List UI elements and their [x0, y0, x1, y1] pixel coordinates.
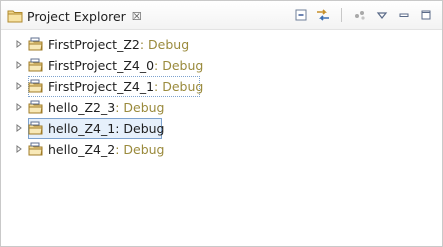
- build-config: : Debug: [115, 141, 165, 157]
- expand-arrow-icon[interactable]: [13, 40, 25, 48]
- tree-item[interactable]: FirstProject_Z2: Debug: [13, 34, 189, 54]
- project-name: hello_Z2_3: [48, 99, 116, 115]
- folder-icon: [7, 10, 23, 23]
- expand-arrow-icon[interactable]: [13, 103, 25, 111]
- view-menu-icon[interactable]: [374, 7, 390, 23]
- cpp-project-folder-icon: [28, 99, 44, 115]
- cpp-project-folder-icon: [28, 36, 44, 52]
- close-icon[interactable]: ☒: [132, 10, 142, 23]
- project-label: FirstProject_Z4_0: Debug: [48, 58, 203, 73]
- view-toolbar: [293, 7, 434, 23]
- project-name: hello_Z4_1: [48, 120, 116, 136]
- project-name: hello_Z4_2: [48, 141, 116, 157]
- build-config: : Debug: [139, 36, 190, 52]
- view-header: Project Explorer ☒: [1, 1, 442, 30]
- expand-arrow-icon[interactable]: [13, 124, 25, 132]
- toolbar-separator: [341, 8, 342, 22]
- tree-item[interactable]: FirstProject_Z4_0: Debug: [13, 55, 203, 75]
- link-with-editor-icon[interactable]: [315, 7, 331, 23]
- cpp-project-folder-icon: [28, 141, 44, 157]
- build-config: : Debug: [154, 78, 204, 94]
- expand-arrow-icon[interactable]: [13, 82, 25, 90]
- tree-item[interactable]: hello_Z4_1: Debug: [13, 118, 164, 138]
- project-label: hello_Z4_1: Debug: [48, 121, 164, 136]
- build-config: : Debug: [115, 99, 165, 115]
- project-label: FirstProject_Z2: Debug: [48, 37, 189, 52]
- project-name: FirstProject_Z4_0: [48, 57, 155, 73]
- project-name: FirstProject_Z4_1: [48, 78, 155, 94]
- project-label: hello_Z4_2: Debug: [48, 142, 164, 157]
- expand-arrow-icon[interactable]: [13, 145, 25, 153]
- cpp-project-folder-icon: [28, 120, 44, 136]
- cpp-project-folder-icon: [28, 57, 44, 73]
- collapse-all-icon[interactable]: [293, 7, 309, 23]
- expand-arrow-icon[interactable]: [13, 61, 25, 69]
- tree-item[interactable]: hello_Z2_3: Debug: [13, 97, 164, 117]
- project-label: hello_Z2_3: Debug: [48, 100, 164, 115]
- project-explorer-view: Project Explorer ☒ FirstProject_Z2: Debu…: [0, 0, 443, 247]
- build-config: : Debug: [115, 120, 165, 136]
- project-name: FirstProject_Z2: [48, 36, 140, 52]
- cpp-project-folder-icon: [28, 78, 44, 94]
- project-explorer-tab[interactable]: Project Explorer ☒: [7, 6, 142, 26]
- maximize-icon[interactable]: [418, 7, 434, 23]
- focus-icon[interactable]: [352, 7, 368, 23]
- build-config: : Debug: [154, 57, 204, 73]
- project-label: FirstProject_Z4_1: Debug: [48, 79, 203, 94]
- tree-item[interactable]: FirstProject_Z4_1: Debug: [13, 76, 203, 96]
- view-title: Project Explorer: [27, 8, 126, 24]
- minimize-icon[interactable]: [396, 7, 412, 23]
- tree-item[interactable]: hello_Z4_2: Debug: [13, 139, 164, 159]
